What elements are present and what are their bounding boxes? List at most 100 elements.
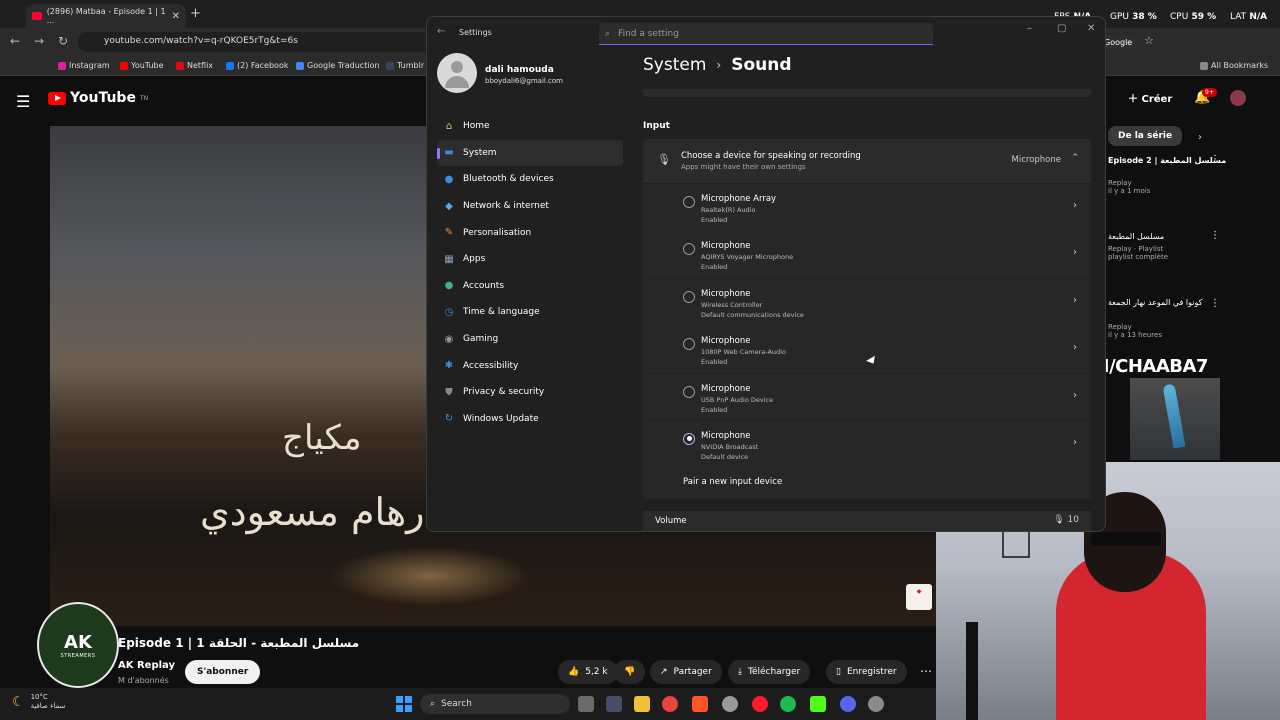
more-options-icon[interactable]: ⋯ [920, 664, 932, 678]
nav-label: System [463, 147, 497, 158]
device-radio[interactable] [683, 338, 695, 351]
chevron-right-icon[interactable]: › [1073, 295, 1077, 306]
moon-icon: ☾ [12, 694, 25, 710]
back-icon[interactable]: ← [437, 26, 445, 37]
device-radio[interactable] [683, 243, 695, 256]
input-device-row[interactable]: Microphone NVIDIA Broadcast Default devi… [643, 420, 1091, 468]
back-icon[interactable]: ← [10, 34, 20, 48]
device-status: Enabled [701, 405, 728, 414]
choose-input-device-row[interactable]: 🎙 Choose a device for speaking or record… [643, 139, 1091, 183]
dislike-button[interactable]: 👎 [614, 660, 646, 684]
github-icon[interactable] [722, 696, 738, 712]
nav-privacy-security[interactable]: ⛊ Privacy & security [437, 379, 623, 406]
start-icon[interactable] [396, 696, 412, 712]
kick-icon[interactable] [810, 696, 826, 712]
discord-icon[interactable] [840, 696, 856, 712]
nav-accounts[interactable]: ● Accounts [437, 273, 623, 300]
bookmark-instagram[interactable]: Instagram [58, 61, 110, 70]
more-vert-icon[interactable]: ⋮ [1210, 298, 1220, 309]
breadcrumb-parent[interactable]: System [643, 55, 706, 75]
url-field[interactable]: youtube.com/watch?v=q-rQKOE5rTg&t=6s [78, 32, 438, 52]
forward-icon[interactable]: → [34, 34, 44, 48]
taskbar-search[interactable]: ⌕ Search [420, 694, 570, 714]
spotify-icon[interactable] [780, 696, 796, 712]
nav-personalisation[interactable]: ✎ Personalisation [437, 219, 623, 246]
list-item[interactable]: مسلسل المطبعة Replay · Playlist playlist… [1108, 232, 1168, 261]
more-vert-icon[interactable]: ⋮ [1210, 154, 1220, 165]
minimize-icon[interactable]: – [1027, 23, 1032, 34]
channel-name[interactable]: AK Replay [118, 660, 175, 671]
pair-new-input-device-button[interactable]: Pair a new input device [643, 467, 1091, 499]
nav-accessibility[interactable]: ✱ Accessibility [437, 352, 623, 379]
nav-bluetooth[interactable]: ● Bluetooth & devices [437, 166, 623, 193]
bookmark-google-traduction[interactable]: Google Traduction [296, 61, 380, 70]
bookmark-facebook[interactable]: (2) Facebook [226, 61, 288, 70]
app-icon[interactable] [606, 696, 622, 712]
choose-device-title: Choose a device for speaking or recordin… [681, 151, 861, 161]
reload-icon[interactable]: ↻ [58, 34, 68, 48]
chip-de-la-serie[interactable]: De la série [1108, 126, 1183, 146]
file-explorer-icon[interactable] [634, 696, 650, 712]
chevron-right-icon[interactable]: › [1073, 247, 1077, 258]
device-radio[interactable] [683, 196, 695, 208]
settings-search-input[interactable] [618, 28, 909, 39]
bookmark-netflix[interactable]: Netflix [176, 61, 213, 70]
star-icon[interactable]: ☆ [1144, 34, 1154, 47]
new-tab-icon[interactable]: + [190, 6, 201, 21]
task-view-icon[interactable] [578, 696, 594, 712]
maximize-icon[interactable]: ▢ [1057, 23, 1066, 34]
close-tab-icon[interactable]: ✕ [172, 11, 180, 22]
create-button[interactable]: ＋ Créer [1128, 90, 1172, 105]
input-device-row[interactable]: Microphone Array Realtek(R) Audio Enable… [643, 184, 1091, 231]
nav-label: Windows Update [463, 413, 539, 424]
save-button[interactable]: ▯ Enregistrer [826, 660, 907, 684]
nav-windows-update[interactable]: ↻ Windows Update [437, 406, 623, 433]
opera-icon[interactable] [752, 696, 768, 712]
chrome-icon[interactable] [662, 696, 678, 712]
weather-widget[interactable]: ☾ 10°C سماء صافية [12, 693, 65, 711]
device-radio[interactable] [683, 385, 695, 398]
nav-system[interactable]: ▬ System [437, 139, 623, 167]
like-button[interactable]: 👍 5,2 k [558, 660, 618, 684]
chevron-up-icon[interactable]: ⌃ [1071, 153, 1079, 163]
all-bookmarks[interactable]: All Bookmarks [1200, 61, 1268, 70]
chevron-right-icon[interactable]: › [1073, 342, 1077, 353]
list-item[interactable]: كونوا في الموعد نهار الجمعة Replay il y … [1108, 298, 1202, 339]
input-device-row[interactable]: Microphone USB PnP Audio Device Enabled … [643, 373, 1091, 421]
previous-section-edge [643, 89, 1091, 97]
input-device-row[interactable]: Microphone AQIRYS Voyager Microphone Ena… [643, 231, 1091, 279]
avatar[interactable] [437, 53, 477, 93]
avatar[interactable] [1230, 90, 1246, 106]
close-icon[interactable]: ✕ [1087, 23, 1095, 34]
thumbnail[interactable] [1130, 378, 1220, 460]
nav-gaming[interactable]: ◉ Gaming [437, 326, 623, 353]
download-button[interactable]: ⤓ Télécharger [728, 660, 811, 684]
chevron-right-icon[interactable]: › [1073, 200, 1077, 211]
device-radio-selected[interactable] [683, 432, 695, 445]
nav-time-language[interactable]: ◷ Time & language [437, 299, 623, 326]
brave-icon[interactable] [692, 696, 708, 712]
browser-tab[interactable]: (2896) Matbaa - Episode 1 | 1 ... ✕ [26, 4, 186, 28]
device-radio[interactable] [683, 290, 695, 303]
youtube-logo[interactable]: YouTube TN [48, 90, 148, 106]
settings-search[interactable]: ⌕ [599, 23, 933, 45]
update-icon: ↻ [444, 413, 454, 425]
settings-gear-icon[interactable] [868, 696, 884, 712]
nav-network[interactable]: ◆ Network & internet [437, 193, 623, 220]
input-device-row[interactable]: Microphone Wireless Controller Default c… [643, 278, 1091, 326]
bookmark-youtube[interactable]: YouTube [120, 61, 164, 70]
nav-home[interactable]: ⌂ Home [437, 113, 623, 140]
subscribe-button[interactable]: S'abonner [185, 660, 261, 684]
list-item[interactable]: Episode 2 | مسلسل المطبعة Replay il y a … [1108, 156, 1226, 195]
more-vert-icon[interactable]: ⋮ [1210, 230, 1220, 241]
nav-apps[interactable]: ▦ Apps [437, 246, 623, 273]
chevron-right-icon[interactable]: › [1073, 437, 1077, 448]
menu-icon[interactable]: ☰ [16, 92, 30, 111]
gamepad-icon: ◉ [444, 333, 454, 345]
thumbs-up-icon: 👍 [568, 667, 580, 677]
bookmark-tumblr[interactable]: Tumblr [386, 61, 424, 70]
share-button[interactable]: ↗ Partager [650, 660, 722, 684]
chevron-right-icon[interactable]: › [1198, 132, 1202, 143]
input-device-row[interactable]: Microphone 1080P Web Camera-Audio Enable… [643, 326, 1091, 373]
chevron-right-icon[interactable]: › [1073, 390, 1077, 401]
